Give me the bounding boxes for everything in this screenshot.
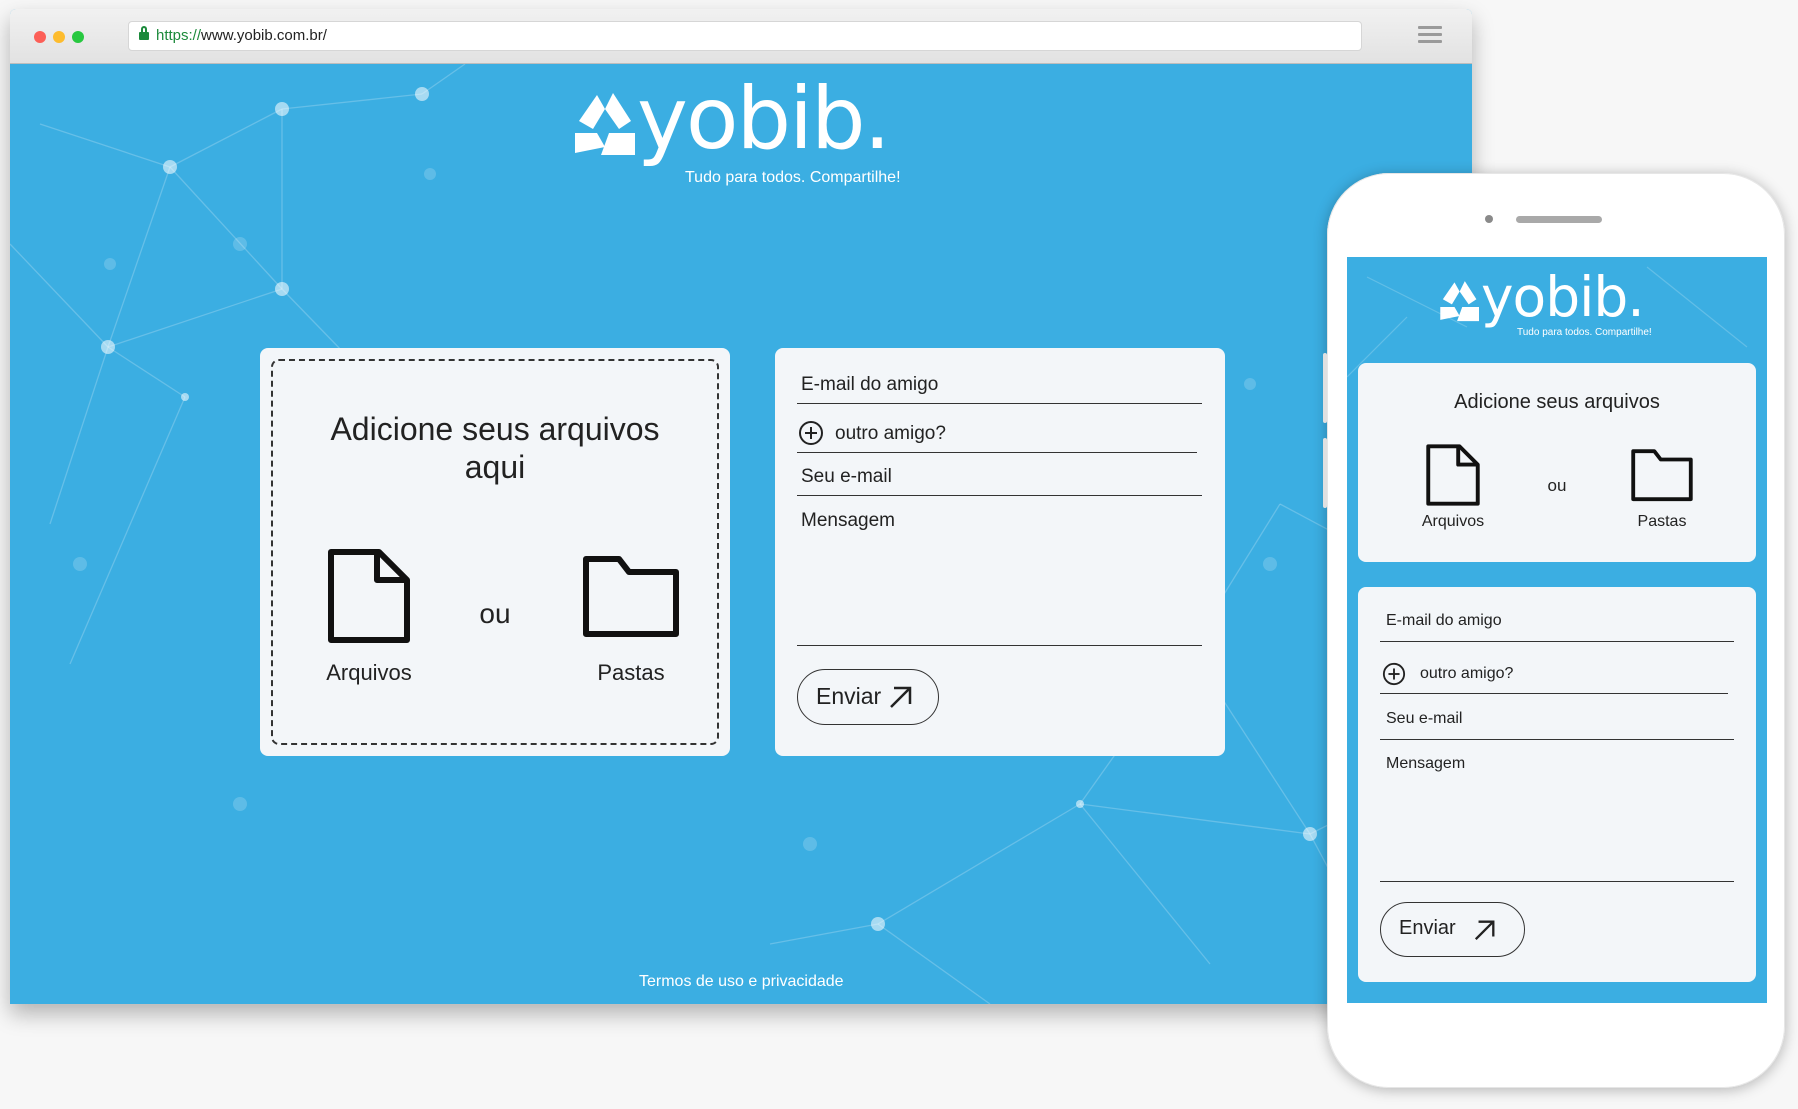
friend-email-field[interactable]: E-mail do amigo <box>797 374 1202 404</box>
friend-email-field[interactable]: E-mail do amigo <box>1380 612 1734 642</box>
file-icon[interactable] <box>326 547 412 645</box>
phone-side-button <box>1323 353 1327 423</box>
logo-wordmark: yobib. <box>1481 265 1645 329</box>
logo-wordmark: yobib. <box>637 69 891 169</box>
mobile-screen: yobib. Tudo para todos. Compartilhe! Adi… <box>1347 257 1767 1003</box>
upload-title-mobile: Adicione seus arquivos <box>1454 391 1660 413</box>
send-label: Enviar <box>1399 917 1456 939</box>
share-form-panel-mobile: E-mail do amigo outro amigo? Seu e-mail … <box>1358 587 1756 982</box>
folders-label[interactable]: Pastas <box>1612 513 1712 531</box>
logo-icon <box>575 93 635 155</box>
browser-toolbar: https://www.yobib.com.br/ <box>10 9 1472 64</box>
phone-camera <box>1485 215 1493 223</box>
brand-logo-mobile: yobib. Tudo para todos. Compartilhe! <box>1439 265 1679 339</box>
upload-title: Adicione seus arquivos aqui <box>330 411 660 485</box>
menu-icon[interactable] <box>1418 26 1442 46</box>
terms-link[interactable]: Termos de uso e privacidade <box>639 973 844 991</box>
folder-icon[interactable] <box>1630 448 1694 503</box>
file-icon[interactable] <box>1425 443 1481 507</box>
add-friend-row[interactable]: outro amigo? <box>797 420 1197 453</box>
message-field[interactable]: Mensagem <box>1380 755 1734 882</box>
or-label: ou <box>479 598 511 629</box>
plus-circle-icon[interactable] <box>798 420 824 446</box>
or-label: ou <box>1547 476 1567 495</box>
close-window-button[interactable] <box>34 31 46 43</box>
address-bar[interactable]: https://www.yobib.com.br/ <box>128 21 1362 51</box>
add-friend-row[interactable]: outro amigo? <box>1380 662 1728 694</box>
network-background <box>10 64 1451 1004</box>
share-form-panel: E-mail do amigo outro amigo? Seu e-mail … <box>775 348 1225 756</box>
another-friend-label[interactable]: outro amigo? <box>835 423 946 445</box>
send-button[interactable]: Enviar <box>797 669 939 725</box>
brand-logo: yobib. Tudo para todos. Compartilhe! <box>573 69 933 187</box>
phone-side-button <box>1323 438 1327 508</box>
your-email-field[interactable]: Seu e-mail <box>1380 710 1734 740</box>
files-label[interactable]: Arquivos <box>304 660 434 686</box>
upload-panel: Adicione seus arquivos aqui Arquivos ou … <box>260 348 730 756</box>
send-label: Enviar <box>816 683 882 709</box>
files-label[interactable]: Arquivos <box>1403 513 1503 531</box>
minimize-window-button[interactable] <box>53 31 65 43</box>
folder-icon[interactable] <box>581 554 681 640</box>
message-field[interactable]: Mensagem <box>797 510 1202 646</box>
plus-circle-icon[interactable] <box>1382 662 1406 686</box>
arrow-up-right-icon <box>1474 920 1495 941</box>
url-text: https://www.yobib.com.br/ <box>156 27 327 44</box>
phone-speaker <box>1516 216 1602 223</box>
mobile-phone-frame: yobib. Tudo para todos. Compartilhe! Adi… <box>1323 173 1785 1088</box>
tagline: Tudo para todos. Compartilhe! <box>1517 327 1652 338</box>
send-button[interactable]: Enviar <box>1380 902 1525 957</box>
arrow-up-right-icon <box>890 686 912 708</box>
tagline: Tudo para todos. Compartilhe! <box>685 169 901 186</box>
desktop-browser-window: https://www.yobib.com.br/ yobib. Tudo pa… <box>10 9 1472 1004</box>
your-email-field[interactable]: Seu e-mail <box>797 466 1202 496</box>
maximize-window-button[interactable] <box>72 31 84 43</box>
lock-icon <box>139 26 149 40</box>
another-friend-label[interactable]: outro amigo? <box>1420 665 1513 683</box>
logo-icon <box>1440 281 1479 322</box>
upload-panel-mobile[interactable]: Adicione seus arquivos Arquivos ou Pasta… <box>1358 363 1756 562</box>
folders-label[interactable]: Pastas <box>566 660 696 686</box>
